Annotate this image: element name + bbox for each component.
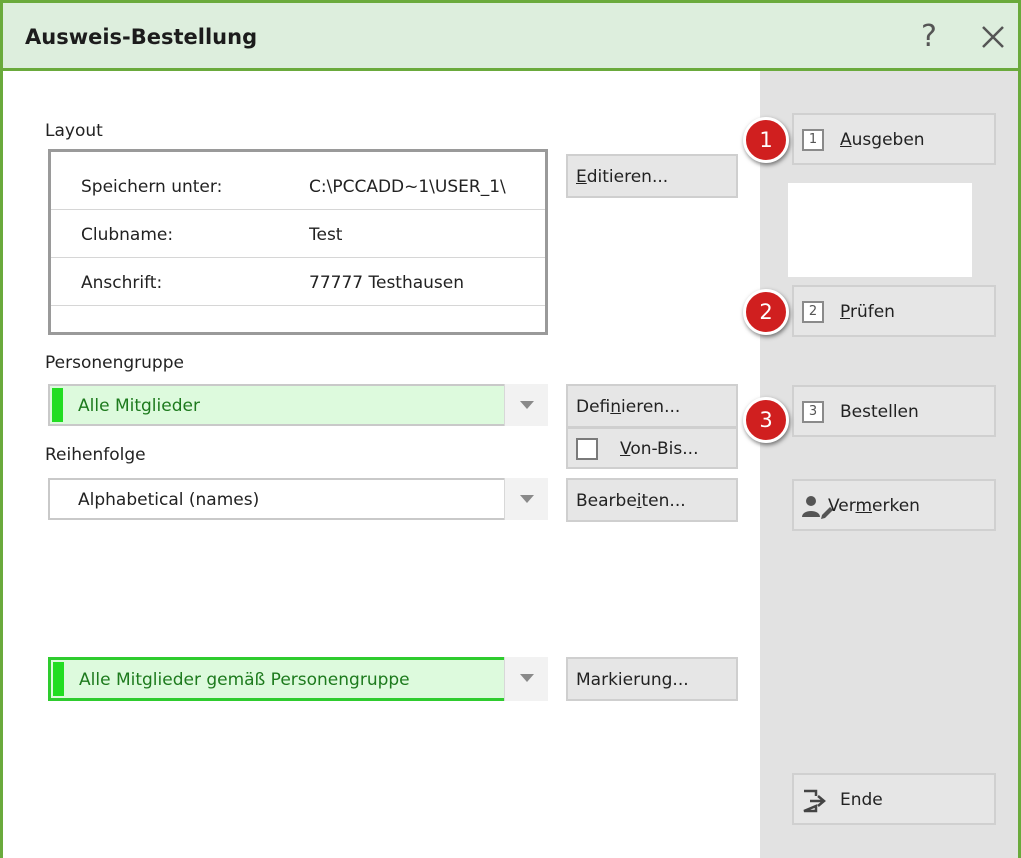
help-icon[interactable]: ? [911,17,947,57]
vermerken-button[interactable]: Vermerken [792,479,996,531]
card-preview [788,183,972,277]
shortcut-number: 2 [802,301,824,323]
dropdown-arrow-icon[interactable] [504,657,548,701]
button-label: Bearbeiten... [576,491,686,511]
exit-icon [803,789,826,813]
pruefen-button[interactable]: 2 Prüfen [792,285,996,337]
von-bis-toggle[interactable]: Von-Bis... [566,427,738,469]
selected-value: Alphabetical (names) [78,490,260,510]
table-row[interactable]: Speichern unter: C:\PCCADD~1\USER_1\ [51,162,545,210]
dropdown-arrow-icon[interactable] [504,384,548,426]
button-label: Definieren... [576,397,681,417]
personengruppe-label: Personengruppe [45,353,184,373]
callout-badge: 2 [743,289,789,335]
button-label: Ende [840,790,883,810]
row-value: C:\PCCADD~1\USER_1\ [309,177,506,197]
table-row[interactable]: Anschrift: 77777 Testhausen [51,258,545,306]
close-icon[interactable] [973,17,1013,57]
button-label: Editieren... [576,167,669,187]
title-bar: Ausweis-Bestellung ? [3,3,1018,71]
shortcut-number: 3 [802,401,824,423]
dropdown-arrow-icon[interactable] [504,478,548,520]
selected-value: Alle Mitglieder gemäß Personengruppe [79,670,410,690]
markierung-select[interactable]: Alle Mitglieder gemäß Personengruppe [48,657,548,701]
row-key: Speichern unter: [81,177,223,197]
selection-indicator [53,662,64,696]
layout-table: Speichern unter: C:\PCCADD~1\USER_1\ Clu… [48,149,548,335]
callout-badge: 3 [743,397,789,443]
button-label: Markierung... [576,670,689,690]
dialog-window: Ausweis-Bestellung ? Layout Speichern un… [0,0,1021,858]
button-label: Von-Bis... [620,439,699,459]
window-title: Ausweis-Bestellung [25,25,258,49]
edit-order-button[interactable]: Bearbeiten... [566,478,738,522]
selected-value: Alle Mitglieder [78,396,200,416]
row-value: Test [309,225,343,245]
callout-badge: 1 [743,117,789,163]
layout-label: Layout [45,121,103,141]
button-label: Prüfen [840,302,895,322]
row-key: Clubname: [81,225,174,245]
selection-indicator [52,388,63,422]
shortcut-number: 1 [802,129,824,151]
reihenfolge-label: Reihenfolge [45,445,146,465]
row-key: Anschrift: [81,273,163,293]
bestellen-button[interactable]: 3 Bestellen [792,385,996,437]
reihenfolge-select[interactable]: Alphabetical (names) [48,478,548,520]
edit-layout-button[interactable]: Editieren... [566,154,738,198]
button-label: Bestellen [840,402,919,422]
personengruppe-select[interactable]: Alle Mitglieder [48,384,548,426]
ende-button[interactable]: Ende [792,773,996,825]
button-label: Vermerken [828,496,920,516]
button-label: Ausgeben [840,130,925,150]
markierung-button[interactable]: Markierung... [566,657,738,701]
ausgeben-button[interactable]: 1 Ausgeben [792,113,996,165]
define-group-button[interactable]: Definieren... [566,384,738,428]
table-row[interactable]: Clubname: Test [51,210,545,258]
von-bis-checkbox[interactable] [576,438,598,460]
row-value: 77777 Testhausen [309,273,465,293]
